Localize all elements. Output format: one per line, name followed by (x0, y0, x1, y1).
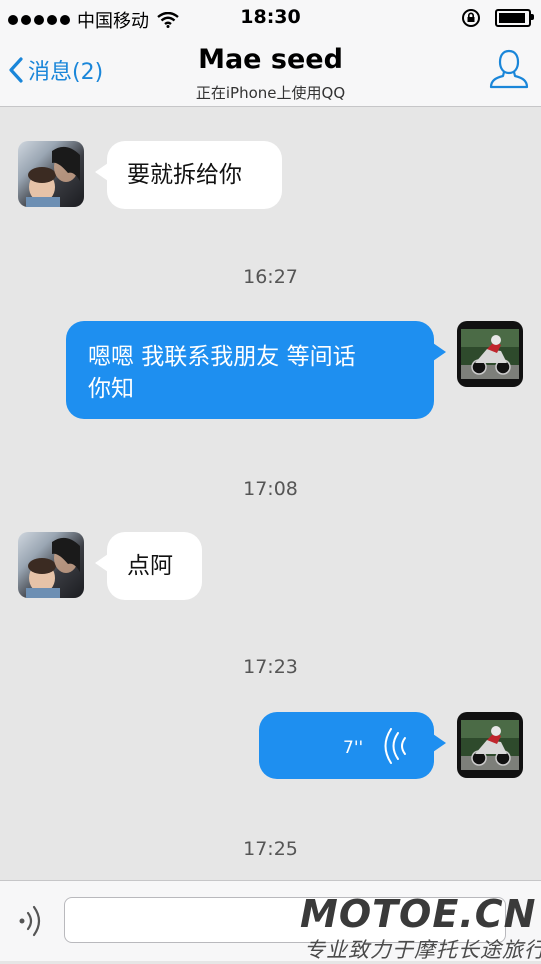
contact-avatar[interactable] (18, 141, 84, 207)
contact-avatar[interactable] (18, 532, 84, 598)
message-text-line: 你知 (88, 376, 134, 402)
message-bubble-incoming[interactable]: 点阿 (95, 532, 202, 600)
voice-duration: 7'' (343, 738, 364, 758)
status-bar: 中国移动 18:30 (0, 0, 541, 36)
battery-icon (495, 9, 534, 27)
contact-photo (26, 537, 80, 598)
voice-input-icon (19, 905, 41, 937)
message-timestamp: 17:23 (243, 656, 298, 678)
message-text: 点阿 (127, 553, 173, 579)
presence-subtitle: 正在iPhone上使用QQ (195, 84, 346, 102)
message-input[interactable] (64, 897, 506, 943)
my-avatar[interactable] (457, 321, 523, 387)
my-avatar[interactable] (457, 712, 523, 778)
rotation-lock-icon (462, 9, 480, 27)
status-right (461, 8, 534, 28)
message-timestamp: 16:27 (243, 266, 298, 288)
message-timestamp: 17:08 (243, 478, 298, 500)
profile-button[interactable] (489, 48, 529, 94)
message-timestamp: 17:25 (243, 838, 298, 860)
contact-photo (26, 146, 80, 207)
motorcycle-photo (461, 329, 519, 379)
navigation-bar: 消息(2) Mae seed 正在iPhone上使用QQ (0, 36, 541, 107)
status-time: 18:30 (240, 6, 301, 28)
message-bubble-incoming[interactable]: 要就拆给你 (95, 141, 282, 209)
profile-icon (489, 49, 529, 89)
motorcycle-photo (461, 720, 519, 770)
message-text: 要就拆给你 (127, 162, 242, 188)
voice-waves-icon (384, 728, 406, 764)
conversation-title: Mae seed (198, 44, 343, 75)
voice-input-button[interactable] (14, 901, 50, 945)
message-text-line: 嗯嗯 我联系我朋友 等间话 (88, 344, 356, 370)
message-bubble-outgoing[interactable]: 嗯嗯 我联系我朋友 等间话 你知 (66, 321, 446, 419)
input-bar (0, 880, 541, 961)
